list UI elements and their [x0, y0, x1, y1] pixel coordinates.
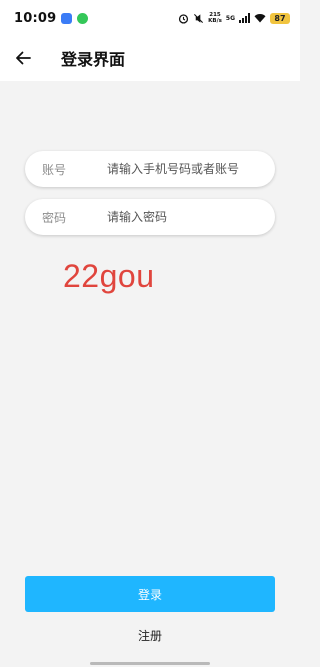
account-input[interactable] — [107, 157, 267, 181]
network-type: 5G — [225, 14, 235, 22]
mute-icon — [194, 13, 204, 23]
back-button[interactable] — [10, 45, 36, 71]
password-input[interactable] — [107, 205, 267, 229]
signal-icon — [239, 13, 250, 23]
password-label: 密码 — [42, 210, 67, 225]
account-field[interactable]: 账号 — [25, 151, 275, 187]
battery-indicator: 87 — [270, 12, 290, 24]
alarm-icon — [179, 13, 189, 24]
app-notification-icon — [61, 12, 73, 24]
status-time: 10:09 — [14, 10, 57, 26]
arrow-left-icon — [16, 51, 31, 65]
status-bar: 10:09 215 KB/s 5G 87 — [0, 0, 300, 36]
wechat-notification-icon — [77, 12, 89, 24]
speed-unit: KB/s — [208, 18, 222, 24]
app-header: 登录界面 — [0, 36, 300, 81]
watermark-text: 22gou — [63, 258, 155, 294]
login-button[interactable]: 登录 — [25, 576, 275, 612]
page-title: 登录界面 — [61, 50, 126, 69]
status-left: 10:09 — [14, 10, 89, 26]
password-field[interactable]: 密码 — [25, 199, 275, 235]
home-indicator[interactable] — [90, 662, 210, 665]
status-right: 215 KB/s 5G 87 — [178, 12, 290, 24]
wifi-icon — [254, 14, 266, 23]
network-speed: 215 KB/s — [208, 12, 222, 24]
register-link[interactable]: 注册 — [0, 627, 300, 644]
account-label: 账号 — [42, 162, 67, 177]
